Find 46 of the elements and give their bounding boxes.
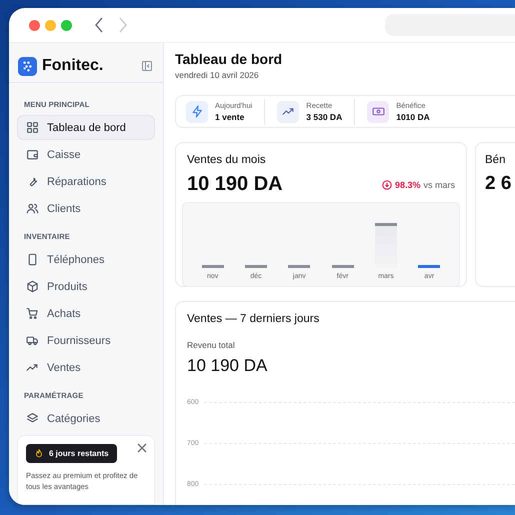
page-title: Tableau de bord	[175, 51, 284, 67]
phone-icon	[26, 253, 39, 266]
card-subtitle: Revenu total	[187, 340, 236, 350]
sidebar-item[interactable]: Achats	[17, 301, 155, 326]
arrow-down-circle-icon	[382, 180, 392, 190]
window-zoom-button[interactable]	[61, 20, 72, 30]
sidebar-item[interactable]: Produits	[17, 274, 155, 299]
sidebar-item[interactable]: Tableau de bord	[17, 115, 155, 140]
stat-value: 1 vente	[215, 112, 246, 122]
date-text: vendredi 10 avril 2026	[175, 70, 260, 80]
chevron-left-icon[interactable]	[93, 17, 105, 33]
change-percent: 98.3%	[394, 180, 420, 190]
sidebar-toggle-icon[interactable]	[141, 60, 153, 72]
sidebar-item[interactable]: Clients	[17, 196, 155, 221]
sidebar-item[interactable]: Fournisseurs	[17, 328, 155, 353]
window-minimize-button[interactable]	[45, 20, 56, 30]
window-close-button[interactable]	[29, 20, 40, 30]
brand-name: Fonitec.	[42, 57, 104, 75]
close-icon	[137, 442, 147, 452]
lightning-icon	[190, 105, 204, 118]
users-icon	[26, 202, 39, 215]
grid-icon	[26, 121, 39, 134]
stat-value: 3 530 DA	[306, 112, 342, 122]
card-title: Ventes du mois	[186, 154, 267, 166]
change-note: vs mars	[424, 180, 455, 190]
total-amount: 2 6	[485, 173, 512, 195]
truck-icon	[26, 334, 39, 347]
stat-value: 1010 DA	[396, 112, 430, 122]
trial-badge: 6 jours restants	[26, 444, 117, 462]
banknote-icon	[372, 105, 385, 118]
sidebar-item[interactable]: Ventes	[17, 355, 155, 380]
card-title: Bén	[485, 154, 506, 166]
sidebar-item[interactable]: Caisse	[17, 142, 155, 167]
sidebar-item[interactable]: Réparations	[17, 169, 155, 194]
logo-icon	[18, 56, 37, 76]
total-amount: 10 190 DA	[186, 173, 283, 196]
total-amount: 10 190 DA	[187, 356, 268, 376]
flame-icon	[34, 448, 44, 458]
layers-icon	[26, 412, 39, 425]
sidebar-item[interactable]: Téléphones	[17, 247, 155, 272]
wallet-icon	[26, 148, 39, 161]
card-title: Ventes — 7 derniers jours	[187, 313, 320, 325]
cart-icon	[26, 307, 39, 320]
sidebar-item[interactable]: Catégories	[17, 406, 155, 430]
box-icon	[26, 280, 39, 293]
close-button[interactable]	[137, 440, 147, 450]
